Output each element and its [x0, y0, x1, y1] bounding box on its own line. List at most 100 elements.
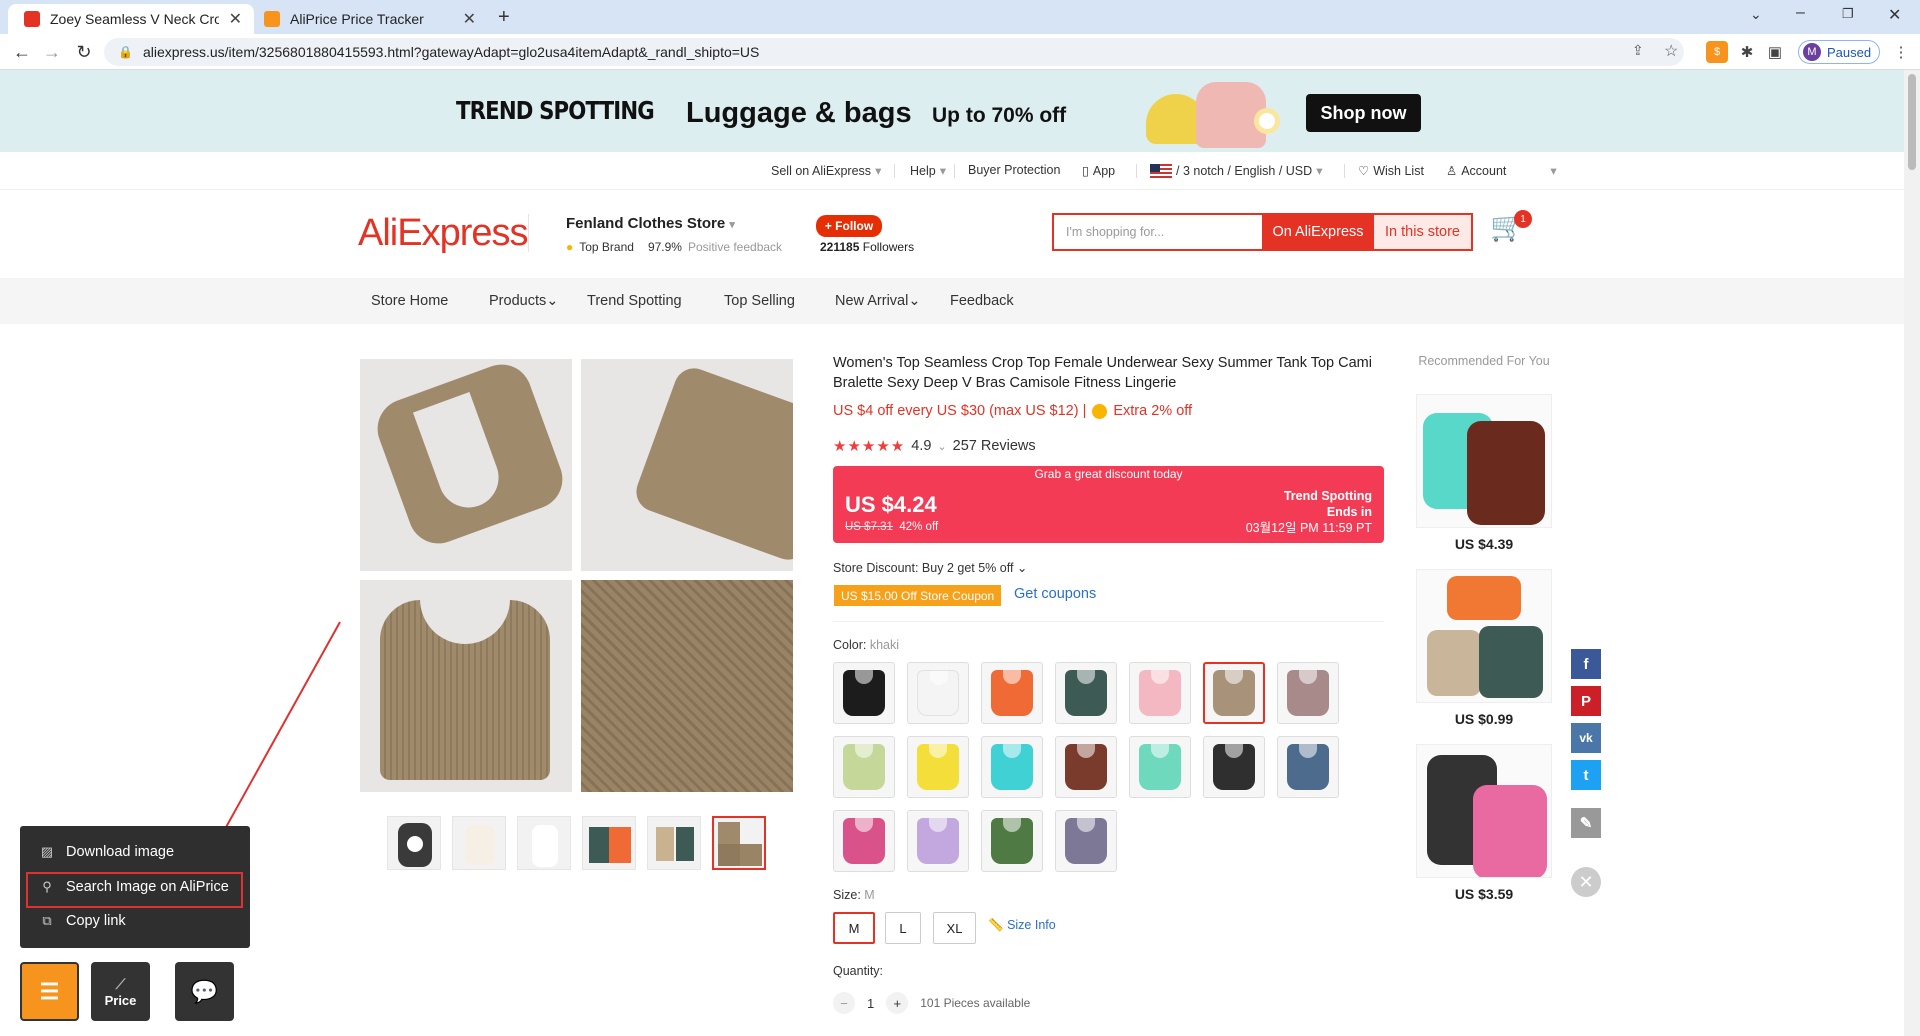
sell-on-aliexpress-link[interactable]: Sell on AliExpress ▾	[771, 163, 881, 179]
close-window-icon[interactable]: ✕	[1888, 5, 1901, 25]
quantity-value[interactable]: 1	[867, 996, 874, 1011]
store-menu-trend-spotting[interactable]: Trend Spotting	[587, 293, 682, 309]
product-image-2[interactable]	[581, 359, 793, 571]
color-swatch[interactable]	[833, 736, 895, 798]
color-swatch[interactable]	[833, 810, 895, 872]
aliprice-chat-button[interactable]: 💬	[175, 962, 234, 1021]
url-bar[interactable]: 🔒 aliexpress.us/item/3256801880415593.ht…	[104, 38, 1684, 66]
decrease-qty-button[interactable]: −	[833, 992, 855, 1014]
promo-banner[interactable]: TREND SPOTTING Luggage & bags Up to 70% …	[0, 70, 1904, 152]
color-swatch[interactable]	[1129, 736, 1191, 798]
color-swatch[interactable]	[907, 736, 969, 798]
store-name[interactable]: Fenland Clothes Store ▾	[566, 215, 735, 232]
thumbnail-4[interactable]	[582, 816, 636, 870]
app-link[interactable]: ▯ App	[1082, 163, 1115, 179]
store-coupon-badge[interactable]: US $15.00 Off Store Coupon	[834, 585, 1002, 606]
store-menu-feedback[interactable]: Feedback	[950, 293, 1014, 309]
reload-icon[interactable]: ↻	[72, 40, 96, 64]
size-option-xl[interactable]: XL	[933, 912, 976, 944]
help-link[interactable]: Help ▾	[910, 163, 946, 179]
close-share-icon[interactable]: ✕	[1571, 867, 1601, 897]
forward-icon[interactable]: →	[40, 40, 64, 64]
thumbnail-3[interactable]	[517, 816, 571, 870]
product-image-4[interactable]	[581, 580, 793, 792]
store-menu-products[interactable]: Products⌄	[489, 293, 558, 309]
copy-link-item[interactable]: ⧉ Copy link	[40, 908, 125, 934]
color-swatch[interactable]	[907, 662, 969, 724]
thumbnail-video[interactable]	[387, 816, 441, 870]
store-menu-home[interactable]: Store Home	[371, 293, 448, 309]
browser-menu-icon[interactable]: ⋮	[1890, 41, 1912, 63]
page-scrollbar[interactable]	[1904, 70, 1920, 1036]
color-swatch[interactable]	[1203, 736, 1265, 798]
search-store-button[interactable]: In this store	[1374, 215, 1471, 249]
locale-selector[interactable]: / 3 notch / English / USD ▾	[1150, 163, 1322, 178]
aliprice-menu-button[interactable]: ☰	[20, 962, 79, 1021]
browser-tab-bar: Zoey Seamless V Neck Croppe ✕ AliPrice P…	[0, 0, 1920, 34]
color-swatch[interactable]	[1129, 662, 1191, 724]
buyer-protection-link[interactable]: Buyer Protection	[968, 163, 1060, 177]
color-swatch[interactable]	[1277, 662, 1339, 724]
search-aliexpress-button[interactable]: On AliExpress	[1262, 215, 1374, 249]
close-tab-icon[interactable]: ✕	[229, 9, 242, 29]
twitter-icon[interactable]: t	[1571, 760, 1601, 790]
increase-qty-button[interactable]: +	[886, 992, 909, 1014]
thumbnail-2[interactable]	[452, 816, 506, 870]
tab-aliprice[interactable]: AliPrice Price Tracker ✕	[248, 4, 488, 34]
rating-row[interactable]: ★★★★★ 4.9 ⌄ 257 Reviews	[833, 437, 1036, 455]
new-tab-icon[interactable]: +	[498, 6, 510, 29]
account-link[interactable]: ♙ Account ▾	[1446, 163, 1557, 179]
bookmark-star-icon[interactable]: ☆	[1664, 41, 1678, 61]
facebook-icon[interactable]: f	[1571, 649, 1601, 679]
size-option-l[interactable]: L	[885, 912, 921, 944]
vk-icon[interactable]: vk	[1571, 723, 1601, 753]
scrollbar-thumb[interactable]	[1908, 74, 1916, 170]
color-swatch[interactable]	[981, 662, 1043, 724]
restore-icon[interactable]: ❐	[1842, 6, 1854, 22]
tab-aliexpress[interactable]: Zoey Seamless V Neck Croppe ✕	[8, 4, 254, 34]
recommended-item-3[interactable]	[1416, 744, 1552, 878]
pinterest-icon[interactable]: P	[1571, 686, 1601, 716]
follow-button[interactable]: + Follow	[816, 215, 882, 237]
recommended-item-2[interactable]	[1416, 569, 1552, 703]
get-coupons-link[interactable]: Get coupons	[1014, 586, 1096, 602]
color-swatch[interactable]	[1203, 662, 1265, 724]
search-input[interactable]: I'm shopping for...	[1054, 215, 1262, 249]
thumbnail-5[interactable]	[647, 816, 701, 870]
store-menu-new-arrival[interactable]: New Arrival⌄	[835, 293, 920, 309]
aliprice-extension-icon[interactable]: $	[1706, 41, 1728, 63]
color-swatch[interactable]	[833, 662, 895, 724]
store-menu-top-selling[interactable]: Top Selling	[724, 293, 795, 309]
color-swatch[interactable]	[981, 736, 1043, 798]
thumbnail-6-selected[interactable]	[712, 816, 766, 870]
recommended-item-1[interactable]	[1416, 394, 1552, 528]
shop-now-button[interactable]: Shop now	[1306, 94, 1421, 132]
highlight-box	[26, 872, 243, 908]
aliexpress-logo[interactable]: AliExpress	[358, 212, 528, 255]
side-panel-icon[interactable]: ▣	[1764, 41, 1786, 63]
wish-list-link[interactable]: ♡ Wish List	[1358, 163, 1424, 179]
color-swatch[interactable]	[1055, 662, 1117, 724]
back-icon[interactable]: ←	[10, 40, 34, 64]
share-icon[interactable]: ⇪	[1632, 42, 1644, 59]
color-swatch[interactable]	[1277, 736, 1339, 798]
tab-search-icon[interactable]: ⌄	[1750, 6, 1762, 23]
download-image-item[interactable]: ▨ Download image	[40, 839, 174, 865]
product-image-1[interactable]	[360, 359, 572, 571]
size-info-link[interactable]: 📏 Size Info	[988, 918, 1056, 933]
minimize-icon[interactable]: –	[1796, 4, 1805, 22]
edit-pencil-icon[interactable]: ✎	[1571, 808, 1601, 838]
store-discount[interactable]: Store Discount: Buy 2 get 5% off ⌄	[833, 560, 1027, 575]
close-tab-icon[interactable]: ✕	[463, 9, 476, 29]
color-swatch[interactable]	[1055, 736, 1117, 798]
extensions-puzzle-icon[interactable]: ✱	[1736, 41, 1758, 63]
color-swatch[interactable]	[1055, 810, 1117, 872]
annotation-arrow	[212, 621, 341, 854]
aliprice-price-button[interactable]: ⟋ Price	[91, 962, 150, 1021]
color-swatch[interactable]	[981, 810, 1043, 872]
color-swatch[interactable]	[907, 810, 969, 872]
profile-button[interactable]: M Paused	[1798, 40, 1880, 64]
size-option-m[interactable]: M	[833, 912, 875, 944]
product-image-3[interactable]	[360, 580, 572, 792]
reviews-link[interactable]: 257 Reviews	[953, 438, 1036, 454]
